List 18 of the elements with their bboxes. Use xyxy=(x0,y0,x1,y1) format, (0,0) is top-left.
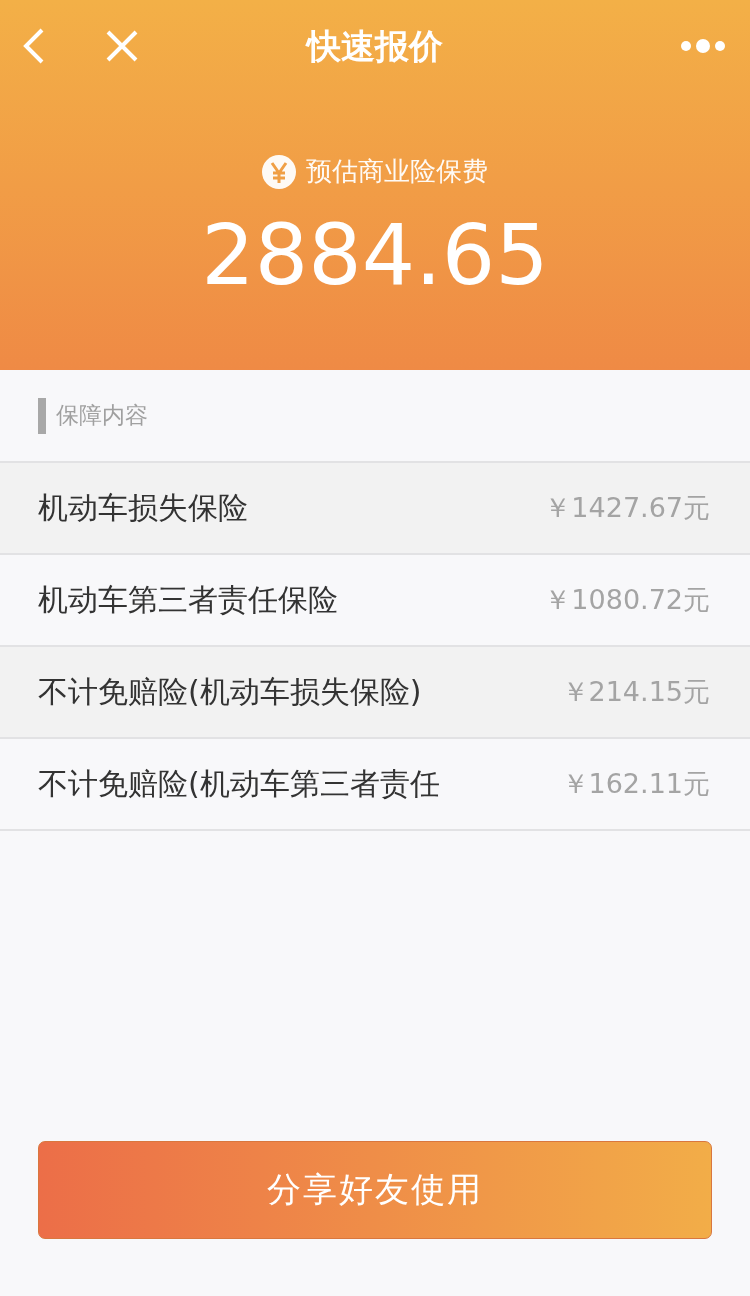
yen-icon xyxy=(262,154,296,189)
share-button[interactable]: 分享好友使用 xyxy=(38,1141,712,1239)
section-title: 保障内容 xyxy=(56,401,148,430)
page-title: 快速报价 xyxy=(307,26,443,66)
section-marker xyxy=(38,397,46,434)
coverage-price: ￥214.15元 xyxy=(561,675,710,709)
coverage-price: ￥162.11元 xyxy=(561,767,710,801)
coverage-price: ￥1080.72元 xyxy=(544,583,710,617)
coverage-name: 不计免赔险(机动车损失保险) xyxy=(38,672,422,711)
more-icon[interactable] xyxy=(680,38,726,54)
back-icon[interactable] xyxy=(22,28,46,64)
coverage-name: 机动车损失保险 xyxy=(38,488,248,527)
close-icon[interactable] xyxy=(106,30,138,62)
coverage-name: 不计免赔险(机动车第三者责任 xyxy=(38,764,440,803)
coverage-price: ￥1427.67元 xyxy=(544,491,710,525)
premium-amount: 2884.65 xyxy=(201,206,549,304)
coverage-name: 机动车第三者责任保险 xyxy=(38,580,338,619)
premium-label: 预估商业险保费 xyxy=(306,155,488,188)
